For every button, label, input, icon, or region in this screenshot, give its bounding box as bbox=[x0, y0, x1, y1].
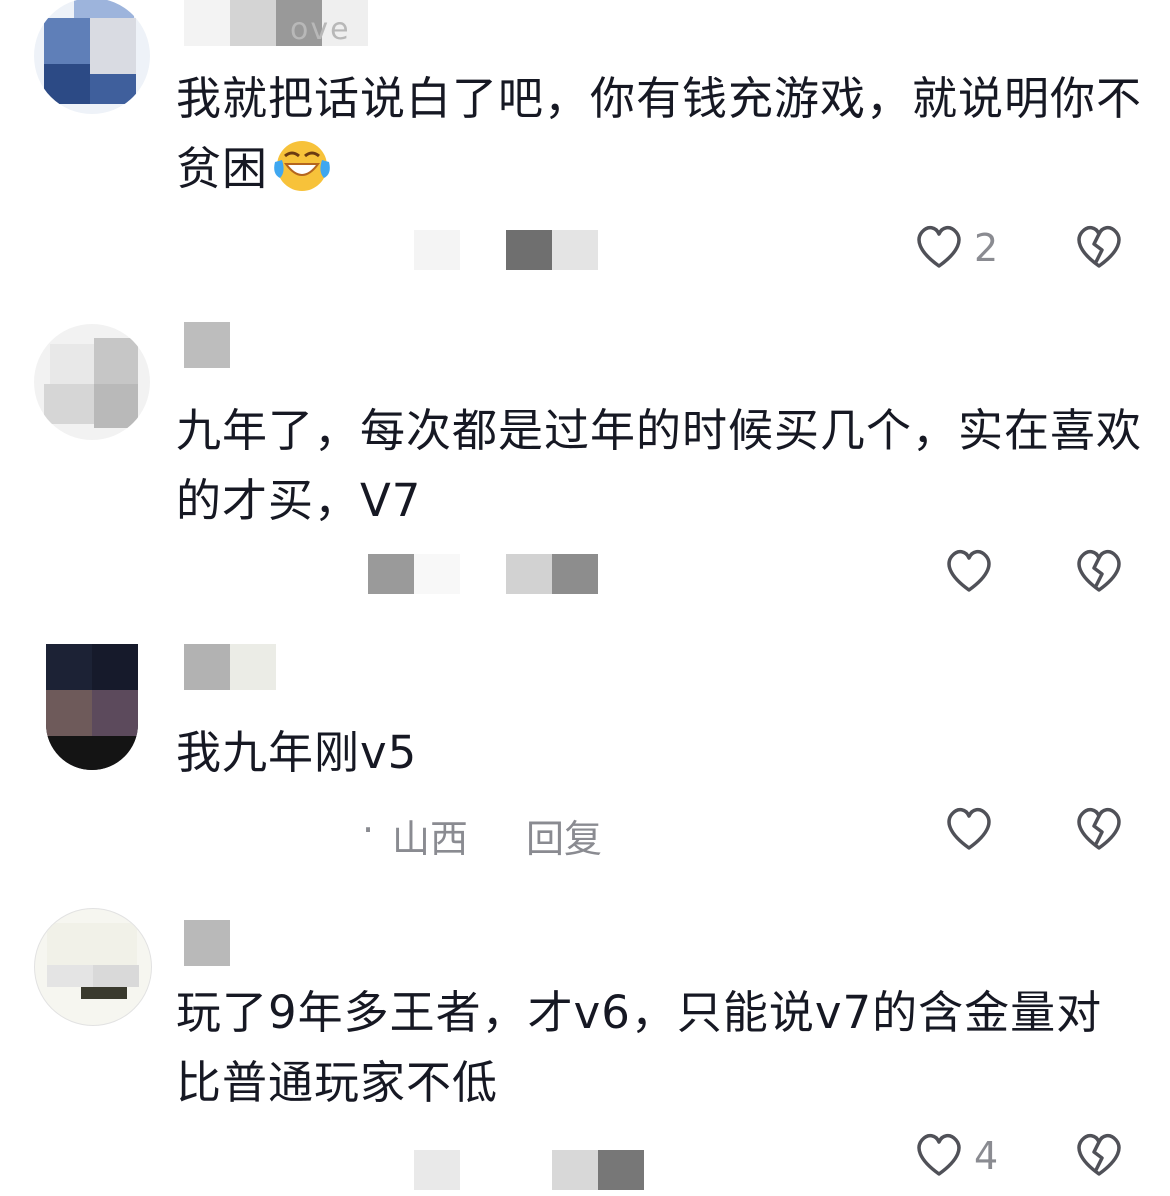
meta-separator: · bbox=[362, 808, 375, 852]
avatar[interactable] bbox=[46, 644, 138, 770]
comment-text: 我九年刚v5 bbox=[176, 726, 418, 779]
heart-outline-icon[interactable] bbox=[944, 806, 994, 852]
heart-outline-icon[interactable] bbox=[944, 548, 994, 594]
laughing-crying-emoji-icon bbox=[274, 141, 330, 191]
heart-outline-icon[interactable] bbox=[914, 1132, 964, 1178]
avatar[interactable] bbox=[34, 0, 150, 114]
username-blurred[interactable] bbox=[184, 322, 230, 368]
avatar[interactable] bbox=[34, 908, 152, 1026]
comment-text: 九年了，每次都是过年的时候买几个，实在喜欢的才买，V7 bbox=[176, 404, 1143, 527]
username-blurred[interactable] bbox=[184, 920, 230, 966]
location-label: 山西 bbox=[392, 817, 469, 861]
meta-blurred bbox=[414, 1150, 644, 1190]
broken-heart-icon[interactable] bbox=[1074, 1132, 1124, 1178]
comment-text: 我就把话说白了吧，你有钱充游戏，就说明你不贫困 bbox=[176, 72, 1143, 195]
like-count: 4 bbox=[974, 1134, 999, 1178]
broken-heart-icon[interactable] bbox=[1074, 806, 1124, 852]
reply-button[interactable]: 回复 bbox=[526, 808, 602, 863]
comment-text: 玩了9年多王者，才v6，只能说v7的含金量对比普通玩家不低 bbox=[176, 986, 1103, 1109]
like-count: 2 bbox=[974, 226, 999, 270]
broken-heart-icon[interactable] bbox=[1074, 224, 1124, 270]
meta-blurred bbox=[368, 554, 598, 594]
broken-heart-icon[interactable] bbox=[1074, 548, 1124, 594]
heart-outline-icon[interactable] bbox=[914, 224, 964, 270]
avatar[interactable] bbox=[34, 324, 150, 440]
username-fragment: ove bbox=[290, 12, 351, 47]
username-blurred[interactable] bbox=[184, 644, 276, 690]
meta-blurred bbox=[414, 230, 598, 270]
